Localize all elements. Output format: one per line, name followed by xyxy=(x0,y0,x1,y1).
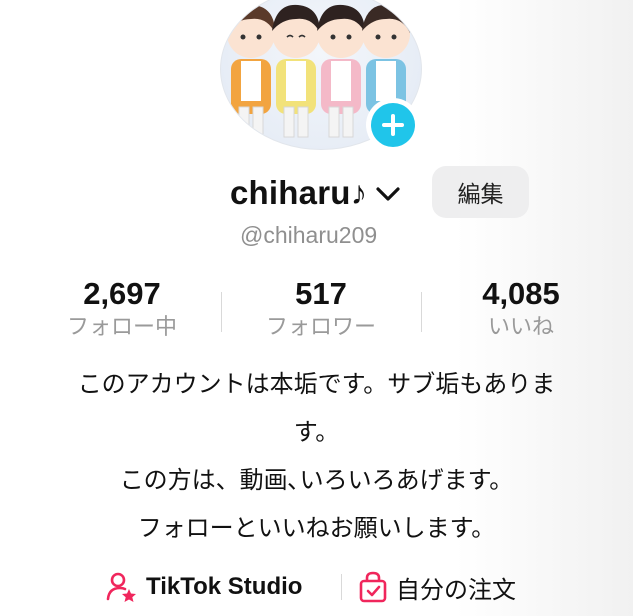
profile-bio: このアカウントは本垢です。サブ垢もありま す。 この方は、動画､いろいろあげます… xyxy=(0,360,633,552)
stat-following[interactable]: 2,697 フォロー中 xyxy=(32,276,212,344)
edit-profile-button[interactable]: 編集 xyxy=(432,166,529,218)
stat-followers-value: 517 xyxy=(295,276,347,311)
stat-following-value: 2,697 xyxy=(83,276,161,311)
stat-followers-label: フォロワー xyxy=(265,315,376,340)
stat-followers[interactable]: 517 フォロワー xyxy=(231,276,411,344)
profile-stats: 2,697 フォロー中 517 フォロワー 4,085 いいね xyxy=(0,276,633,346)
bio-line: この方は、動画､いろいろあげます。 xyxy=(119,466,514,494)
my-orders-label: 自分の注文 xyxy=(396,575,516,604)
profile-handle: @chiharu209 xyxy=(240,222,378,248)
profile-links: TikTok Studio 自分の注文 xyxy=(0,566,633,608)
profile-username[interactable]: chiharu♪ xyxy=(230,174,367,212)
tiktok-studio-link[interactable]: TikTok Studio xyxy=(106,566,302,608)
bio-line: このアカウントは本垢です。サブ垢もありま xyxy=(77,370,556,398)
add-avatar-button[interactable] xyxy=(366,98,420,152)
links-divider xyxy=(341,574,342,600)
stat-likes[interactable]: 4,085 いいね xyxy=(431,276,611,344)
stat-following-label: フォロー中 xyxy=(66,315,177,340)
stat-likes-value: 4,085 xyxy=(482,276,560,311)
stats-divider xyxy=(221,292,222,332)
chevron-down-icon[interactable] xyxy=(375,184,401,204)
person-star-icon xyxy=(106,572,136,602)
profile-name-row: chiharu♪ 編集 xyxy=(0,166,633,222)
shopping-bag-icon xyxy=(359,571,387,603)
stats-divider xyxy=(421,292,422,332)
bio-line: フォローといいねお願いします。 xyxy=(137,514,496,542)
plus-icon xyxy=(382,114,404,136)
tiktok-studio-label: TikTok Studio xyxy=(146,573,303,600)
stat-likes-label: いいね xyxy=(487,315,554,340)
my-orders-link[interactable]: 自分の注文 xyxy=(358,566,516,608)
bio-line: す。 xyxy=(293,418,340,446)
